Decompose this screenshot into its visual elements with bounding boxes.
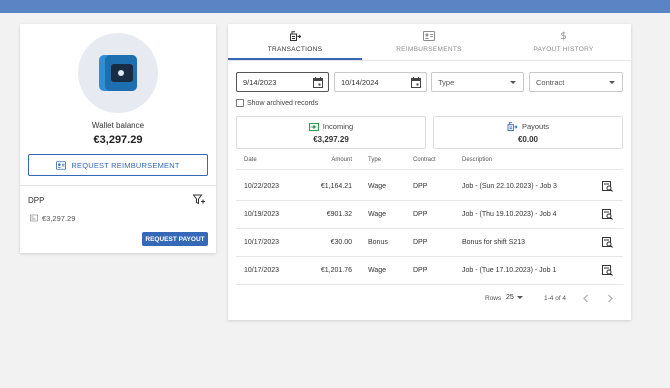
column-header-contract[interactable]: Contract bbox=[413, 157, 436, 163]
view-details-icon[interactable] bbox=[602, 237, 613, 248]
row-contract: DPP bbox=[413, 239, 428, 246]
pagination-range: 1-4 of 4 bbox=[544, 295, 567, 302]
request-payout-button[interactable]: REQUEST PAYOUT bbox=[142, 232, 208, 246]
incoming-summary: Incoming €3,297.29 bbox=[236, 116, 426, 149]
column-header-description[interactable]: Description bbox=[462, 157, 492, 163]
tab-transactions[interactable]: TRANSACTIONS bbox=[228, 24, 362, 59]
wallet-card: Wallet balance €3,297.29 REQUEST REIMBUR… bbox=[20, 24, 216, 253]
row-amount: €1,201.76 bbox=[320, 267, 352, 274]
contract-select[interactable]: Contract bbox=[529, 72, 623, 92]
incoming-money-icon bbox=[308, 122, 319, 131]
rows-per-page-select[interactable]: 25 bbox=[506, 294, 523, 301]
type-select-placeholder: Type bbox=[438, 77, 455, 87]
row-date: 10/22/2023 bbox=[244, 183, 280, 190]
reimbursements-icon bbox=[423, 31, 435, 42]
row-amount: €901.32 bbox=[326, 211, 352, 218]
tab-reimbursements[interactable]: REIMBURSEMENTS bbox=[362, 24, 496, 59]
tabs-divider bbox=[228, 60, 631, 61]
date-from-field[interactable]: 9/14/2023 bbox=[236, 72, 329, 92]
table-row[interactable]: 10/22/2023 €1,164.21 Wage DPP Job - (Sun… bbox=[236, 173, 623, 201]
tab-payout-history-label: PAYOUT HISTORY bbox=[533, 45, 594, 53]
divider bbox=[20, 185, 216, 186]
request-reimbursement-label: REQUEST REIMBURSEMENT bbox=[71, 160, 180, 170]
type-select[interactable]: Type bbox=[431, 72, 524, 92]
row-type: Wage bbox=[368, 183, 387, 190]
chevron-down-icon bbox=[516, 296, 523, 299]
row-amount: €1,164.21 bbox=[320, 183, 352, 190]
wallet-icon bbox=[99, 55, 137, 91]
checkbox-icon[interactable] bbox=[236, 99, 244, 107]
payouts-label: Payouts bbox=[521, 122, 550, 131]
calendar-icon[interactable] bbox=[411, 77, 421, 88]
chevron-down-icon bbox=[510, 81, 516, 84]
incoming-label: Incoming bbox=[322, 122, 354, 131]
transactions-icon bbox=[289, 31, 301, 42]
wallet-balance-label: Wallet balance bbox=[91, 121, 145, 130]
row-type: Wage bbox=[368, 211, 387, 218]
calendar-icon[interactable] bbox=[313, 77, 323, 88]
wallet-balance-value: €3,297.29 bbox=[93, 134, 143, 146]
top-app-bar bbox=[0, 0, 670, 13]
filter-add-icon[interactable] bbox=[193, 194, 205, 206]
row-type: Wage bbox=[368, 267, 387, 274]
dollar-icon: $ bbox=[560, 30, 567, 42]
rows-per-page-label: Rows bbox=[485, 295, 502, 302]
row-description: Job - (Thu 19.10.2023) - Job 4 bbox=[462, 211, 557, 218]
date-from-value: 9/14/2023 bbox=[243, 77, 277, 87]
column-header-type[interactable]: Type bbox=[368, 157, 381, 163]
column-header-amount[interactable]: Amount bbox=[314, 157, 352, 163]
contract-name: DPP bbox=[28, 196, 45, 205]
view-details-icon[interactable] bbox=[602, 265, 613, 276]
transactions-card: TRANSACTIONS REIMBURSEMENTS $ PAYOUT HIS… bbox=[228, 24, 631, 320]
view-details-icon[interactable] bbox=[602, 181, 613, 192]
table-header-divider bbox=[236, 169, 623, 170]
row-contract: DPP bbox=[413, 211, 428, 218]
chevron-right-icon[interactable] bbox=[606, 294, 614, 303]
row-description: Job - (Sun 22.10.2023) - Job 3 bbox=[462, 183, 557, 190]
money-icon bbox=[30, 214, 38, 222]
date-to-field[interactable]: 10/14/2024 bbox=[334, 72, 427, 92]
rows-per-page-value: 25 bbox=[506, 294, 514, 301]
chevron-left-icon[interactable] bbox=[582, 294, 590, 303]
row-date: 10/17/2023 bbox=[244, 239, 280, 246]
contract-amount: €3,297.29 bbox=[42, 214, 76, 223]
row-date: 10/19/2023 bbox=[244, 211, 280, 218]
payouts-value: €0.00 bbox=[517, 135, 539, 144]
payouts-summary: Payouts €0.00 bbox=[433, 116, 623, 149]
date-to-value: 10/14/2024 bbox=[341, 77, 379, 87]
row-description: Bonus for shift S213 bbox=[462, 239, 526, 246]
wallet-avatar bbox=[78, 33, 158, 113]
view-details-icon[interactable] bbox=[602, 209, 613, 220]
column-header-date[interactable]: Date bbox=[244, 157, 257, 163]
show-archived-label: Show archived records bbox=[247, 99, 319, 107]
row-contract: DPP bbox=[413, 267, 428, 274]
chevron-down-icon bbox=[609, 81, 615, 84]
tab-reimbursements-label: REIMBURSEMENTS bbox=[396, 45, 462, 53]
row-description: Job - (Tue 17.10.2023) - Job 1 bbox=[462, 267, 557, 274]
contract-select-placeholder: Contract bbox=[536, 77, 565, 87]
person-card-icon bbox=[56, 160, 67, 170]
table-row[interactable]: 10/19/2023 €901.32 Wage DPP Job - (Thu 1… bbox=[236, 201, 623, 229]
payout-icon bbox=[507, 122, 518, 131]
show-archived-checkbox[interactable]: Show archived records bbox=[236, 99, 318, 107]
tab-transactions-label: TRANSACTIONS bbox=[267, 45, 323, 53]
table-row[interactable]: 10/17/2023 €1,201.76 Wage DPP Job - (Tue… bbox=[236, 257, 623, 285]
table-row[interactable]: 10/17/2023 €30.00 Bonus DPP Bonus for sh… bbox=[236, 229, 623, 257]
tab-payout-history[interactable]: $ PAYOUT HISTORY bbox=[496, 24, 631, 59]
row-amount: €30.00 bbox=[330, 239, 352, 246]
row-date: 10/17/2023 bbox=[244, 267, 280, 274]
row-contract: DPP bbox=[413, 183, 428, 190]
row-type: Bonus bbox=[368, 239, 388, 246]
request-reimbursement-button[interactable]: REQUEST REIMBURSEMENT bbox=[28, 154, 208, 176]
incoming-value: €3,297.29 bbox=[313, 135, 349, 144]
